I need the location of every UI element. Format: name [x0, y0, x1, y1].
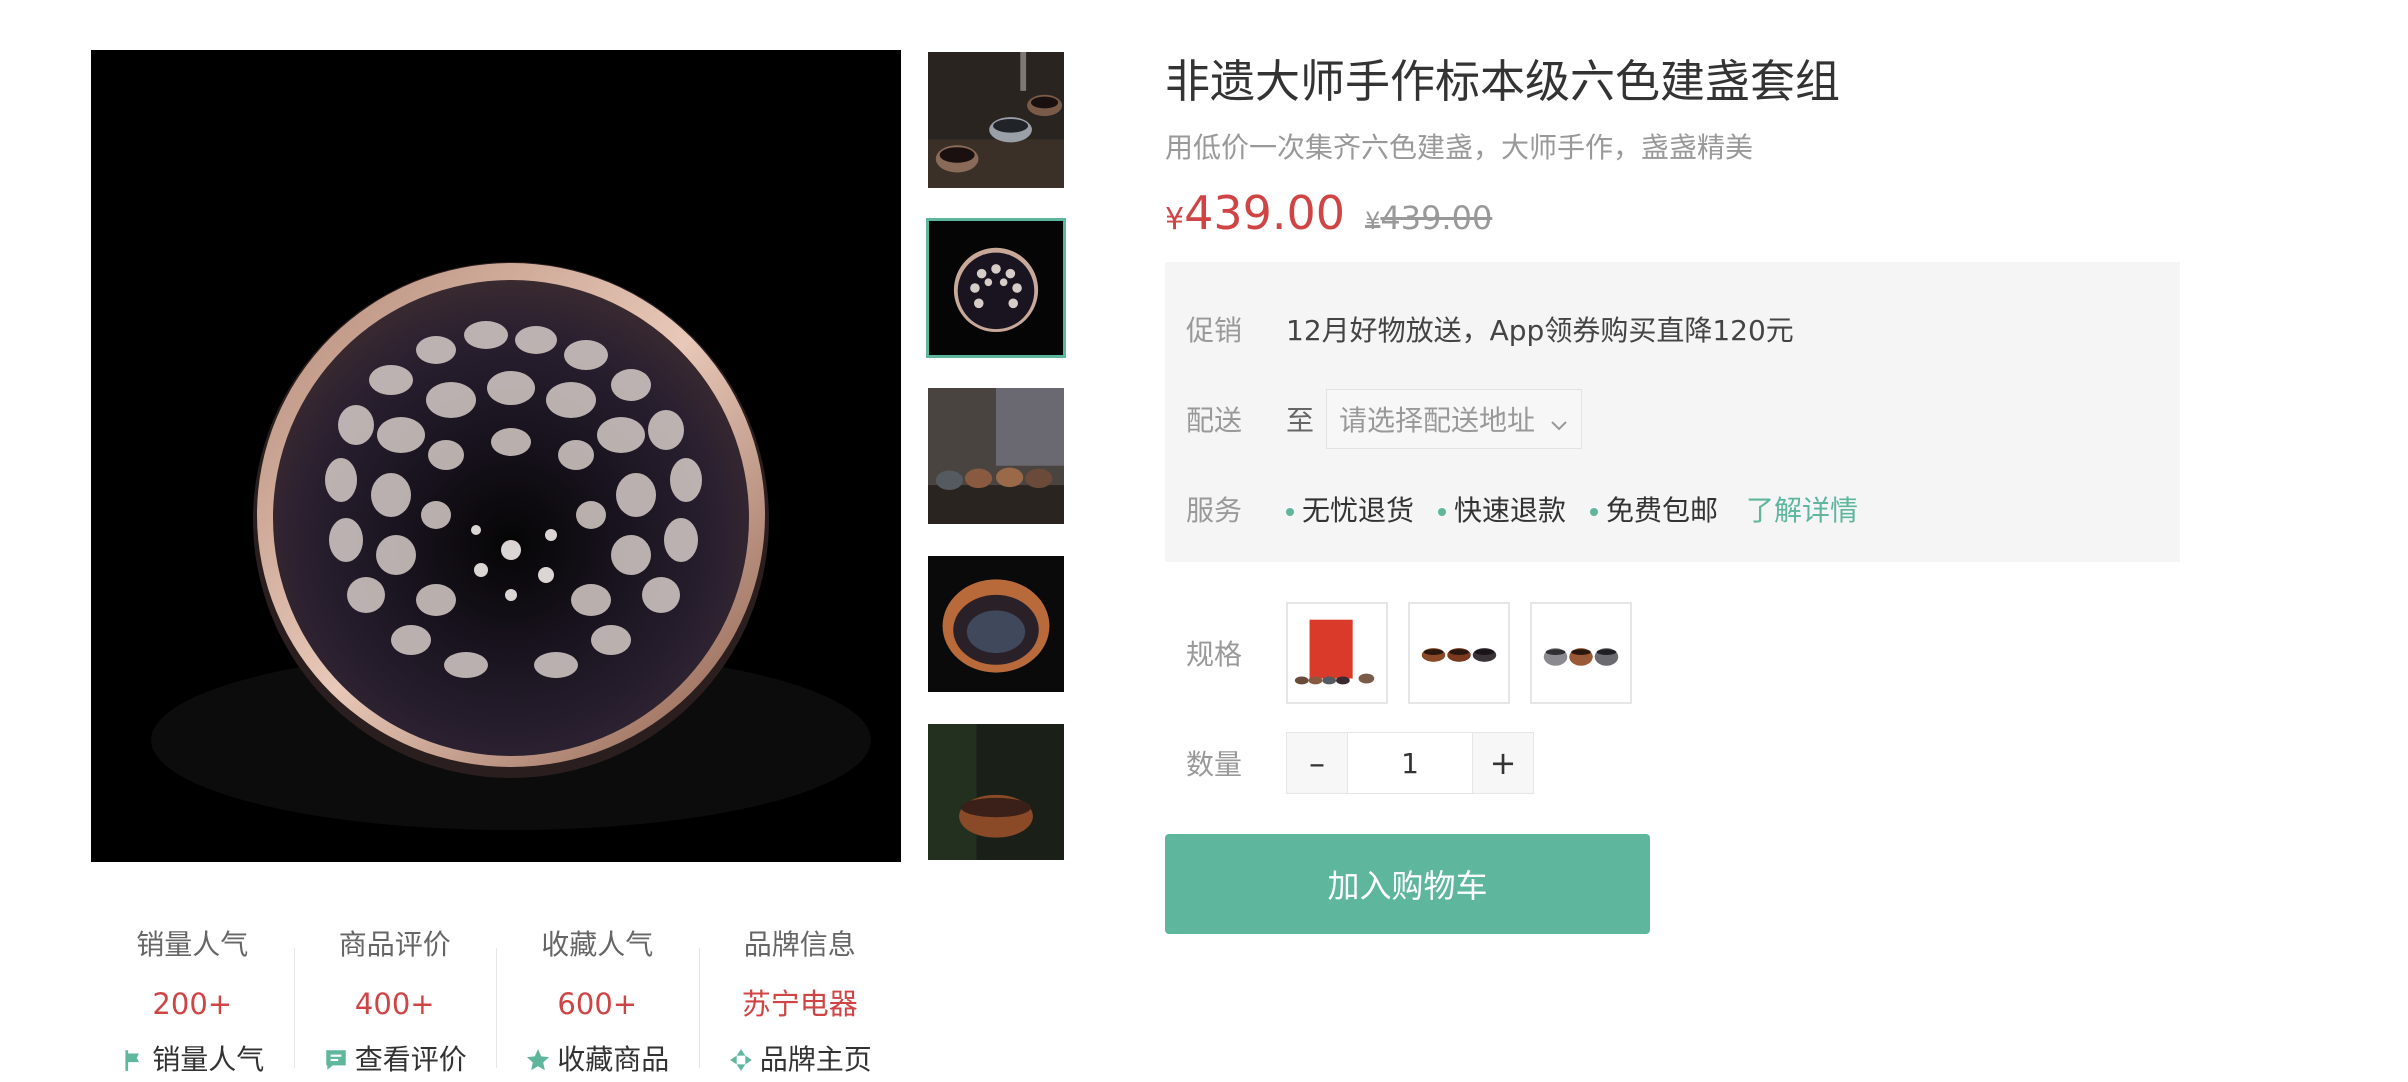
main-product-image	[91, 50, 901, 862]
flag-icon	[120, 1047, 146, 1073]
price-row: ¥439.00 ¥439.00	[1165, 186, 2180, 240]
bullet-dot	[1286, 508, 1294, 516]
stat-value: 200+	[152, 987, 233, 1021]
product-title: 非遗大师手作标本级六色建盏套组	[1165, 55, 1841, 108]
stat-value: 苏宁电器	[741, 987, 858, 1021]
learn-more-link[interactable]: 了解详情	[1746, 489, 1858, 529]
address-placeholder: 请选择配送地址	[1339, 404, 1536, 437]
product-info: 非遗大师手作标本级六色建盏套组 用低价一次集齐六色建盏，大师手作，盏盏精美 ¥4…	[1165, 50, 2180, 934]
thumbnail-list	[926, 50, 1066, 890]
bullet-dot	[1590, 508, 1599, 516]
deliver-to-text: 至	[1286, 404, 1315, 437]
favorite-link[interactable]: 收藏商品	[525, 1032, 669, 1082]
product-stats: 销量人气 200+ 销量人气 商品评价 400+ 查看评价 收藏人气 600+ …	[91, 920, 901, 1082]
stat-brand: 品牌信息 苏宁电器 品牌主页	[698, 920, 902, 1082]
spec-option-1[interactable]	[1286, 602, 1388, 704]
stat-value: 600+	[557, 987, 638, 1021]
service-row: 服务 无忧退货 快速退款 免费包邮 了解详情	[1186, 464, 2159, 554]
comment-icon	[323, 1047, 349, 1073]
chevron-down-icon	[1549, 409, 1569, 431]
stat-reviews: 商品评价 400+ 查看评价	[293, 920, 497, 1082]
product-subtitle: 用低价一次集齐六色建盏，大师手作，盏盏精美	[1165, 131, 1754, 164]
quantity-input[interactable]	[1347, 733, 1473, 793]
stat-link-label: 销量人气	[152, 1043, 265, 1076]
currency-symbol: ¥	[1365, 207, 1381, 235]
stat-label: 商品评价	[338, 928, 451, 961]
decrease-button[interactable]: –	[1287, 733, 1347, 793]
brand-icon	[728, 1047, 754, 1073]
current-price: ¥439.00	[1165, 186, 1345, 240]
spec-option-3[interactable]	[1530, 602, 1632, 704]
quantity-stepper: – +	[1286, 732, 1534, 794]
original-price-value: 439.00	[1380, 199, 1493, 237]
thumbnail-4[interactable]	[926, 554, 1066, 694]
stat-link-label: 收藏商品	[557, 1043, 670, 1076]
service-item: 快速退款	[1438, 489, 1566, 529]
info-panel: 促销 12月好物放送，App领券购买直降120元 配送 至 请选择配送地址 服务…	[1165, 262, 2180, 562]
thumbnail-2[interactable]	[926, 218, 1066, 358]
stat-link-label: 查看评价	[354, 1043, 467, 1076]
service-item: 无忧退货	[1286, 489, 1414, 529]
thumbnail-5[interactable]	[926, 722, 1066, 862]
spec-label: 规格	[1186, 638, 1243, 671]
spec-row: 规格	[1165, 602, 2180, 704]
stat-link-label: 品牌主页	[759, 1043, 872, 1076]
service-item: 免费包邮	[1590, 489, 1718, 529]
service-item-label: 免费包邮	[1606, 494, 1719, 527]
increase-button[interactable]: +	[1473, 733, 1533, 793]
quantity-label: 数量	[1186, 748, 1243, 781]
stat-label: 收藏人气	[541, 928, 654, 961]
stat-value: 400+	[354, 987, 435, 1021]
quantity-row: 数量 – +	[1165, 732, 2180, 794]
sales-link[interactable]: 销量人气	[120, 1032, 264, 1082]
delivery-row: 配送 至 请选择配送地址	[1186, 374, 2159, 464]
service-label: 服务	[1186, 494, 1243, 527]
stat-label: 品牌信息	[743, 928, 856, 961]
promo-text: 12月好物放送，App领券购买直降120元	[1286, 314, 1794, 347]
thumbnail-3[interactable]	[926, 386, 1066, 526]
service-item-label: 快速退款	[1454, 494, 1567, 527]
bullet-dot	[1438, 508, 1447, 516]
promo-label: 促销	[1186, 314, 1243, 347]
spec-option-2[interactable]	[1408, 602, 1510, 704]
service-list: 无忧退货 快速退款 免费包邮 了解详情	[1286, 489, 1858, 529]
add-to-cart-button[interactable]: 加入购物车	[1165, 834, 1650, 934]
delivery-label: 配送	[1186, 404, 1243, 437]
service-item-label: 无忧退货	[1302, 494, 1415, 527]
original-price: ¥439.00	[1365, 199, 1492, 237]
brand-home-link[interactable]: 品牌主页	[728, 1032, 872, 1082]
star-icon	[525, 1047, 551, 1073]
stat-label: 销量人气	[136, 928, 249, 961]
stat-favorites: 收藏人气 600+ 收藏商品	[496, 920, 699, 1082]
address-select[interactable]: 请选择配送地址	[1326, 389, 1583, 449]
stat-sales: 销量人气 200+ 销量人气	[91, 920, 294, 1082]
price-value: 439.00	[1184, 186, 1346, 240]
view-reviews-link[interactable]: 查看评价	[323, 1032, 467, 1082]
promo-row: 促销 12月好物放送，App领券购买直降120元	[1186, 284, 2159, 374]
currency-symbol: ¥	[1165, 202, 1185, 237]
thumbnail-1[interactable]	[926, 50, 1066, 190]
